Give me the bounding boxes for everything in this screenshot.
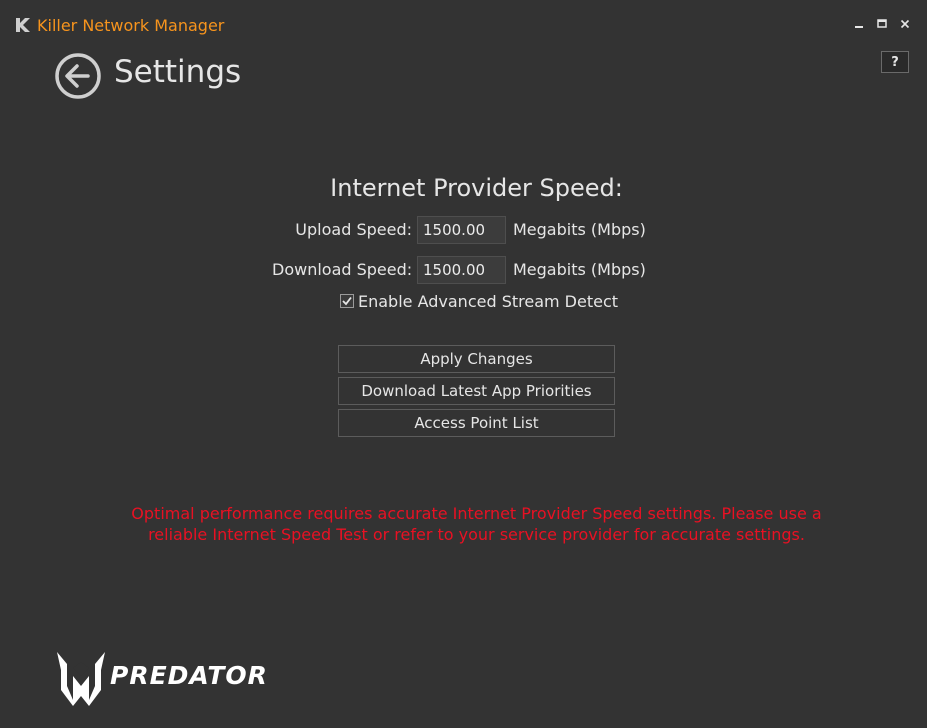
speed-section-heading: Internet Provider Speed: xyxy=(330,174,623,202)
checkmark-icon xyxy=(342,296,352,306)
download-unit-label: Megabits (Mbps) xyxy=(513,260,646,279)
stream-detect-label[interactable]: Enable Advanced Stream Detect xyxy=(358,292,618,311)
stream-detect-checkbox[interactable] xyxy=(340,294,354,308)
speed-warning-message: Optimal performance requires accurate In… xyxy=(100,503,853,545)
back-button[interactable] xyxy=(54,52,102,100)
download-speed-input[interactable] xyxy=(417,256,506,284)
close-icon[interactable] xyxy=(895,14,915,34)
app-title: Killer Network Manager xyxy=(37,16,225,35)
download-speed-label: Download Speed: xyxy=(272,260,413,279)
killer-network-manager-window: Killer Network Manager Settings ? Intern… xyxy=(0,0,927,728)
killer-logo-icon xyxy=(15,17,33,33)
download-priorities-button[interactable]: Download Latest App Priorities xyxy=(338,377,615,405)
minimize-icon[interactable] xyxy=(849,14,869,34)
predator-wordmark: PREDATOR xyxy=(110,661,268,690)
warning-line-1: Optimal performance requires accurate In… xyxy=(131,504,822,523)
help-button[interactable]: ? xyxy=(881,51,909,73)
access-point-list-button[interactable]: Access Point List xyxy=(338,409,615,437)
upload-unit-label: Megabits (Mbps) xyxy=(513,220,646,239)
upload-speed-label: Upload Speed: xyxy=(295,220,412,239)
page-title: Settings xyxy=(114,54,242,90)
predator-logo-icon xyxy=(55,646,107,708)
apply-changes-button[interactable]: Apply Changes xyxy=(338,345,615,373)
warning-line-2: reliable Internet Speed Test or refer to… xyxy=(148,525,805,544)
maximize-icon[interactable] xyxy=(872,14,892,34)
back-arrow-circle-icon xyxy=(55,53,101,99)
upload-speed-input[interactable] xyxy=(417,216,506,244)
